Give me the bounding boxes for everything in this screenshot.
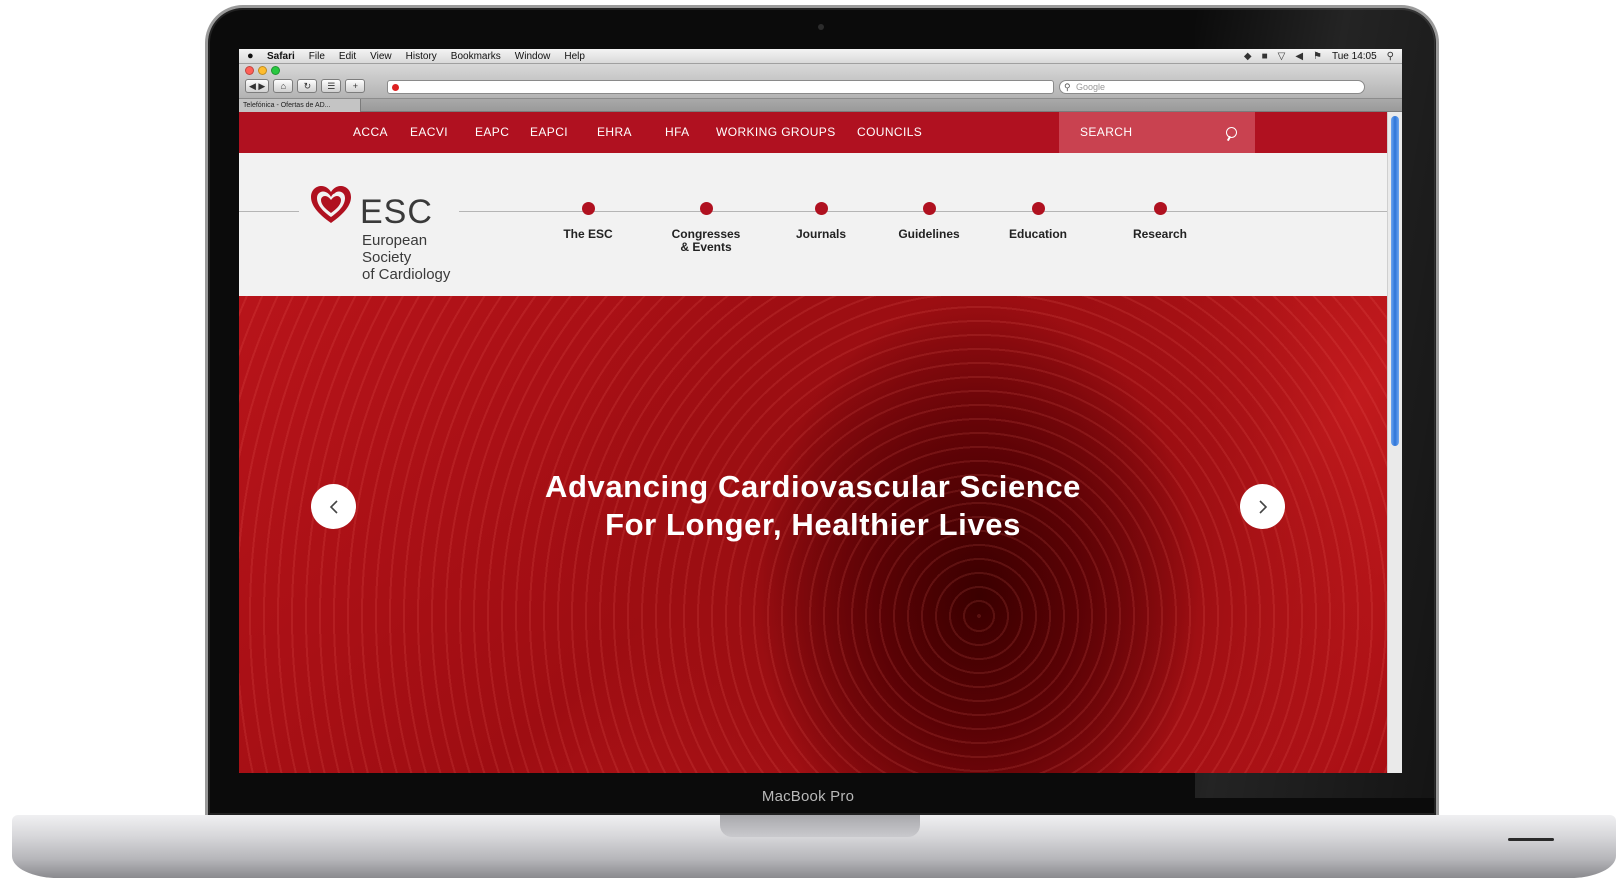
header: ESC European Society of Cardiology The E… [239,153,1387,296]
back-forward-button[interactable]: ◀ ▶ [245,79,270,93]
topnav-councils[interactable]: COUNCILS [857,112,922,153]
mainnav-label: Education [1008,227,1067,241]
site-search-placeholder: SEARCH [1080,125,1133,139]
hero-carousel: Advancing Cardiovascular Science For Lon… [239,296,1387,773]
site-favicon-icon [392,84,399,91]
menu-edit[interactable]: Edit [339,51,356,62]
flag-icon[interactable]: ⚑ [1313,51,1322,62]
browser-search-field[interactable]: ⚲ Google [1059,80,1365,94]
screen: ● Safari File Edit View History Bookmark… [239,49,1402,773]
menu-file[interactable]: File [309,51,325,62]
topnav-eacvi[interactable]: EACVI [410,112,448,153]
mainnav-label: Congresses & Events [671,227,741,254]
site-search-input[interactable]: SEARCH [1059,112,1255,153]
mainnav-label: Journals [795,227,846,241]
logo-subtitle-line2: of Cardiology [362,266,451,283]
mainnav-research[interactable]: Research [1100,202,1220,241]
hero-headline-line2: For Longer, Healthier Lives [605,507,1021,542]
laptop-brand-label: MacBook Pro [761,788,855,805]
nav-dot-icon [922,202,936,215]
menu-view[interactable]: View [370,51,392,62]
nav-dot-icon [1031,202,1045,215]
zoom-window-button[interactable] [271,66,280,75]
page-scrollbar[interactable] [1387,112,1402,773]
spotlight-search-icon[interactable]: ⚲ [1387,51,1394,62]
browser-search-placeholder: Google [1076,82,1106,92]
mainnav-label: Guidelines [898,227,960,241]
mainnav-the-esc[interactable]: The ESC [528,202,648,241]
nav-dot-icon [814,202,828,215]
home-button[interactable]: ⌂ [273,79,294,93]
webcam [818,24,824,30]
shield-icon[interactable]: ◆ [1244,51,1252,62]
apple-menu-icon[interactable]: ● [247,50,261,62]
display-icon[interactable]: ■ [1262,51,1268,62]
browser-tab-bar: Telefónica - Ofertas de AD... [239,99,1402,112]
browser-toolbar: ◀ ▶ ⌂ ↻ ☰ + ⚲ Google [239,64,1402,99]
menu-window[interactable]: Window [515,51,551,62]
menu-history[interactable]: History [406,51,437,62]
address-bar[interactable] [387,80,1054,94]
reload-button[interactable]: ↻ [297,79,318,93]
esc-logo[interactable]: ESC European Society of Cardiology [299,177,459,283]
scrollbar-thumb[interactable] [1391,116,1399,446]
add-bookmark-button[interactable]: + [345,79,366,93]
menu-help[interactable]: Help [564,51,585,62]
mainnav-journals[interactable]: Journals [761,202,881,241]
close-window-button[interactable] [245,66,254,75]
topnav-eapc[interactable]: EAPC [475,112,509,153]
logo-subtitle: European Society of Cardiology [362,232,459,283]
lid-opening-notch [720,815,920,837]
top-nav: ACCA EACVI EAPC EAPCI EHRA HFA WORKING G… [239,112,1387,153]
menubar-clock[interactable]: Tue 14:05 [1332,51,1377,62]
topnav-working-groups[interactable]: WORKING GROUPS [716,112,836,153]
toolbar-buttons: ◀ ▶ ⌂ ↻ ☰ + [245,79,366,93]
reader-button[interactable]: ☰ [321,79,342,93]
window-controls [245,66,280,75]
mainnav-education[interactable]: Education [978,202,1098,241]
topnav-ehra[interactable]: EHRA [597,112,632,153]
heart-logo-icon [311,186,351,223]
logo-acronym: ESC [360,193,433,231]
logo-subtitle-line1: European Society [362,232,428,266]
nav-dot-icon [699,202,713,215]
hero-headline: Advancing Cardiovascular Science For Lon… [239,468,1387,544]
topnav-hfa[interactable]: HFA [665,112,690,153]
carousel-prev-button[interactable] [311,484,356,529]
menubar-tray: ◆ ■ ▽ ◀ ⚑ Tue 14:05 ⚲ [1244,49,1394,64]
topnav-eapci[interactable]: EAPCI [530,112,568,153]
topnav-acca[interactable]: ACCA [353,112,388,153]
search-icon[interactable] [1226,127,1237,138]
os-menubar: ● Safari File Edit View History Bookmark… [239,49,1402,64]
mainnav-guidelines[interactable]: Guidelines [869,202,989,241]
nav-dot-icon [581,202,595,215]
chevron-right-icon [1258,499,1267,514]
nav-dot-icon [1153,202,1167,215]
menu-bookmarks[interactable]: Bookmarks [451,51,501,62]
minimize-window-button[interactable] [258,66,267,75]
carousel-next-button[interactable] [1240,484,1285,529]
volume-icon[interactable]: ◀ [1295,51,1303,62]
wifi-icon[interactable]: ▽ [1278,51,1286,62]
mainnav-congresses-events[interactable]: Congresses & Events [646,202,766,254]
search-icon: ⚲ [1064,82,1071,92]
esc-webpage: ACCA EACVI EAPC EAPCI EHRA HFA WORKING G… [239,112,1387,773]
mainnav-label: Research [1132,227,1188,241]
mainnav-label: The ESC [563,227,613,241]
disc-slot [1508,838,1554,841]
hero-headline-line1: Advancing Cardiovascular Science [544,469,1082,504]
menu-safari[interactable]: Safari [267,51,295,62]
browser-tab[interactable]: Telefónica - Ofertas de AD... [239,99,361,112]
chevron-left-icon [329,499,338,514]
